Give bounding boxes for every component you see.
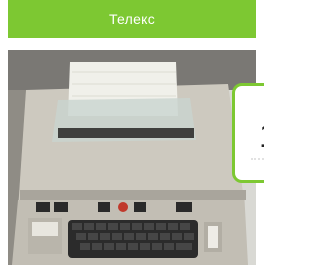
slide-number-callout: 1 [232, 83, 264, 183]
teletype-photo [8, 50, 256, 265]
callout-dotted-line [251, 156, 264, 160]
title-bar: Телекс [8, 0, 256, 38]
teletype-card: Телекс [0, 0, 264, 265]
card-title: Телекс [108, 11, 156, 27]
slide-number: 1 [259, 117, 264, 156]
teletype-illustration [8, 50, 256, 265]
